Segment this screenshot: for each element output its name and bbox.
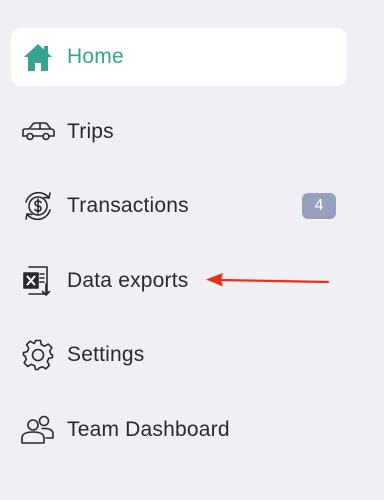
- team-icon: [20, 412, 56, 448]
- excel-export-icon: [20, 263, 56, 299]
- sidebar-item-trips[interactable]: Trips: [11, 103, 347, 161]
- sidebar-item-label: Home: [67, 45, 124, 68]
- gear-icon: [20, 337, 56, 373]
- sidebar-item-team-dashboard[interactable]: Team Dashboard: [11, 401, 347, 459]
- sidebar-item-label: Transactions: [67, 194, 189, 217]
- sidebar-item-home[interactable]: Home: [11, 28, 347, 86]
- sidebar-nav: Home Trips Transactions 4 Data exports S…: [11, 28, 347, 475]
- sidebar-item-label: Team Dashboard: [67, 417, 230, 441]
- sidebar-item-label: Trips: [67, 119, 114, 143]
- sidebar-item-label: Settings: [67, 343, 145, 366]
- transactions-count-badge: 4: [302, 193, 336, 219]
- sidebar-item-settings[interactable]: Settings: [11, 326, 347, 384]
- red-arrow-annotation: [206, 273, 330, 287]
- sidebar-item-label: Data exports: [67, 268, 189, 292]
- sidebar-item-transactions[interactable]: Transactions 4: [11, 177, 347, 235]
- dollar-cycle-icon: [20, 188, 56, 224]
- car-icon: [20, 114, 56, 150]
- home-icon: [20, 39, 56, 75]
